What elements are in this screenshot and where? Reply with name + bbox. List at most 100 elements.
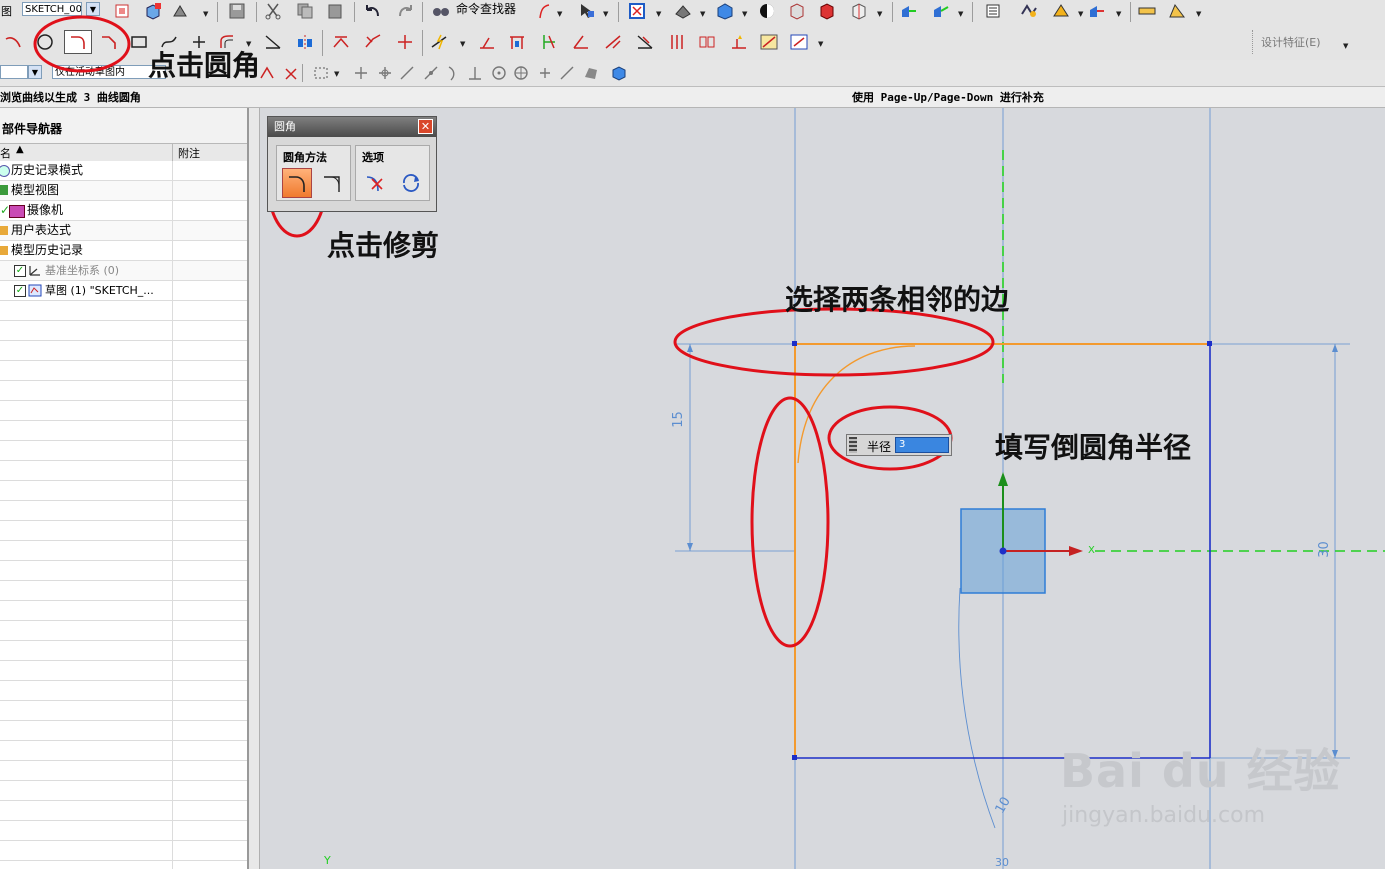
nav-item-model-views[interactable]: 模型视图 (0, 181, 247, 201)
snap-perp-icon[interactable] (464, 63, 486, 83)
paste-icon[interactable] (324, 1, 346, 21)
command-finder-label[interactable]: 命令查找器 (456, 0, 516, 17)
dimension-vertical[interactable]: 15 (671, 411, 686, 428)
part-navigator: 部件导航器 名 ▲ 附注 历史记录模式 模型视图 ✓ 摄像机 用户表达式 模型历… (0, 108, 249, 869)
dimension-right[interactable]: 30 (1317, 541, 1332, 558)
fillet-method-group: 圆角方法 (276, 145, 351, 201)
binoculars-icon[interactable] (430, 1, 452, 21)
arc-icon[interactable] (2, 32, 24, 52)
wcs-orient-icon[interactable] (930, 1, 952, 21)
camera-icon (9, 205, 25, 218)
snap-line-icon[interactable] (396, 63, 418, 83)
snap-quadrant-icon[interactable] (510, 63, 532, 83)
snap-body-icon[interactable] (608, 63, 630, 83)
snap-on-curve-icon[interactable] (556, 63, 578, 83)
show-constraints-icon[interactable] (394, 32, 416, 52)
checkbox-icon[interactable]: ✓ (14, 285, 26, 297)
redo-icon[interactable] (394, 1, 416, 21)
options-group: 选项 (355, 145, 430, 201)
snap-curve-icon[interactable] (442, 63, 464, 83)
dimension-icon[interactable] (428, 32, 450, 52)
quick-trim-icon[interactable] (262, 32, 284, 52)
convert-reference-icon[interactable] (696, 32, 718, 52)
select-icon[interactable] (576, 1, 598, 21)
shaded-cube-icon[interactable] (714, 1, 736, 21)
type-filter-combo[interactable] (0, 65, 28, 79)
nav-item-sketch[interactable]: ✓ 草图 (1) "SKETCH_... (0, 281, 247, 301)
navigator-empty-rows (0, 301, 247, 869)
snap-any-icon[interactable] (534, 63, 556, 83)
copy-icon[interactable] (294, 1, 316, 21)
render-style-icon[interactable] (672, 1, 694, 21)
curve-icon[interactable] (534, 1, 556, 21)
layer-icon[interactable] (982, 1, 1004, 21)
orient-view-icon[interactable] (142, 1, 164, 21)
snap-face-icon[interactable] (580, 63, 602, 83)
cut-icon[interactable] (262, 1, 284, 21)
measure-angle-icon[interactable] (1166, 1, 1188, 21)
cycle-icon (403, 174, 419, 192)
snap-point-icon[interactable] (280, 63, 302, 83)
assembly-icon[interactable] (1050, 1, 1072, 21)
infer-constraint-icon[interactable] (758, 32, 780, 52)
close-icon[interactable]: ✕ (418, 119, 433, 134)
column-note-header[interactable]: 附注 (178, 145, 200, 161)
snap-end-icon[interactable] (350, 63, 372, 83)
drag-handle[interactable] (849, 437, 857, 453)
alternate-solution-icon[interactable] (728, 32, 750, 52)
parallel-icon[interactable] (666, 32, 688, 52)
wave-icon[interactable] (1018, 1, 1040, 21)
constraint-icon[interactable] (330, 32, 352, 52)
delete-curve-icon (366, 176, 383, 192)
rectangle-select-icon[interactable] (310, 63, 332, 83)
delete-third-curve-button[interactable] (361, 168, 391, 198)
navigator-title: 部件导航器 (2, 122, 63, 136)
column-name-header[interactable]: 名 (0, 145, 11, 161)
vertical-dim-icon[interactable] (538, 32, 560, 52)
nav-item-label: 用户表达式 (11, 223, 72, 237)
nav-item-datum-csys[interactable]: ✓ 基准坐标系 (0) (0, 261, 247, 281)
mirror-icon[interactable] (294, 32, 316, 52)
design-feature-label[interactable]: 设计特征(E) (1261, 34, 1321, 50)
fit-view-icon[interactable] (626, 1, 648, 21)
clip-icon[interactable] (848, 1, 870, 21)
display-mode-icon[interactable] (756, 1, 778, 21)
save-icon[interactable] (226, 1, 248, 21)
snap-center-icon[interactable] (488, 63, 510, 83)
snap-ctrl-icon[interactable] (420, 63, 442, 83)
measure-distance-icon[interactable] (1136, 1, 1158, 21)
snap-mid-icon[interactable] (374, 63, 396, 83)
perpendicular-icon[interactable] (476, 32, 498, 52)
show-icon[interactable] (816, 1, 838, 21)
annotation-select-edges: 选择两条相邻的边 (785, 283, 1010, 316)
auto-constraint-icon[interactable] (362, 32, 384, 52)
radius-field[interactable]: 3 (895, 437, 949, 453)
wcs-icon[interactable] (898, 1, 920, 21)
group-label: 选项 (362, 151, 384, 164)
alternate-solution-button[interactable] (396, 168, 426, 198)
reattach-icon[interactable] (170, 1, 192, 21)
nav-item-model-history[interactable]: 模型历史记录 (0, 241, 247, 261)
nav-item-user-expressions[interactable]: 用户表达式 (0, 221, 247, 241)
sort-ascending-icon[interactable]: ▲ (16, 144, 24, 155)
angular-dim-icon[interactable] (570, 32, 592, 52)
resource-bar-divider[interactable] (249, 108, 260, 869)
dimension-bottom[interactable]: 30 (995, 856, 1009, 869)
trim-button[interactable] (282, 168, 312, 198)
checkbox-icon[interactable]: ✓ (14, 265, 26, 277)
nav-item-label: 草图 (1) "SKETCH_... (45, 284, 154, 297)
undo-icon[interactable] (362, 1, 384, 21)
radius-dim-icon[interactable] (602, 32, 624, 52)
nav-item-label: 摄像机 (27, 203, 64, 217)
status-prompt: 浏览曲线以生成 3 曲线圆角 (0, 91, 141, 104)
perimeter-dim-icon[interactable] (634, 32, 656, 52)
nav-item-camera[interactable]: ✓ 摄像机 (0, 201, 247, 221)
radius-label: 半径 (867, 440, 892, 454)
radius-input-box: 半径 3 (846, 434, 952, 456)
untrim-button[interactable] (317, 168, 347, 198)
hide-icon[interactable] (786, 1, 808, 21)
motion-icon[interactable] (1086, 1, 1108, 21)
nav-item-history-mode[interactable]: 历史记录模式 (0, 161, 247, 181)
horizontal-dim-icon[interactable] (506, 32, 528, 52)
create-inferred-icon[interactable] (788, 32, 810, 52)
